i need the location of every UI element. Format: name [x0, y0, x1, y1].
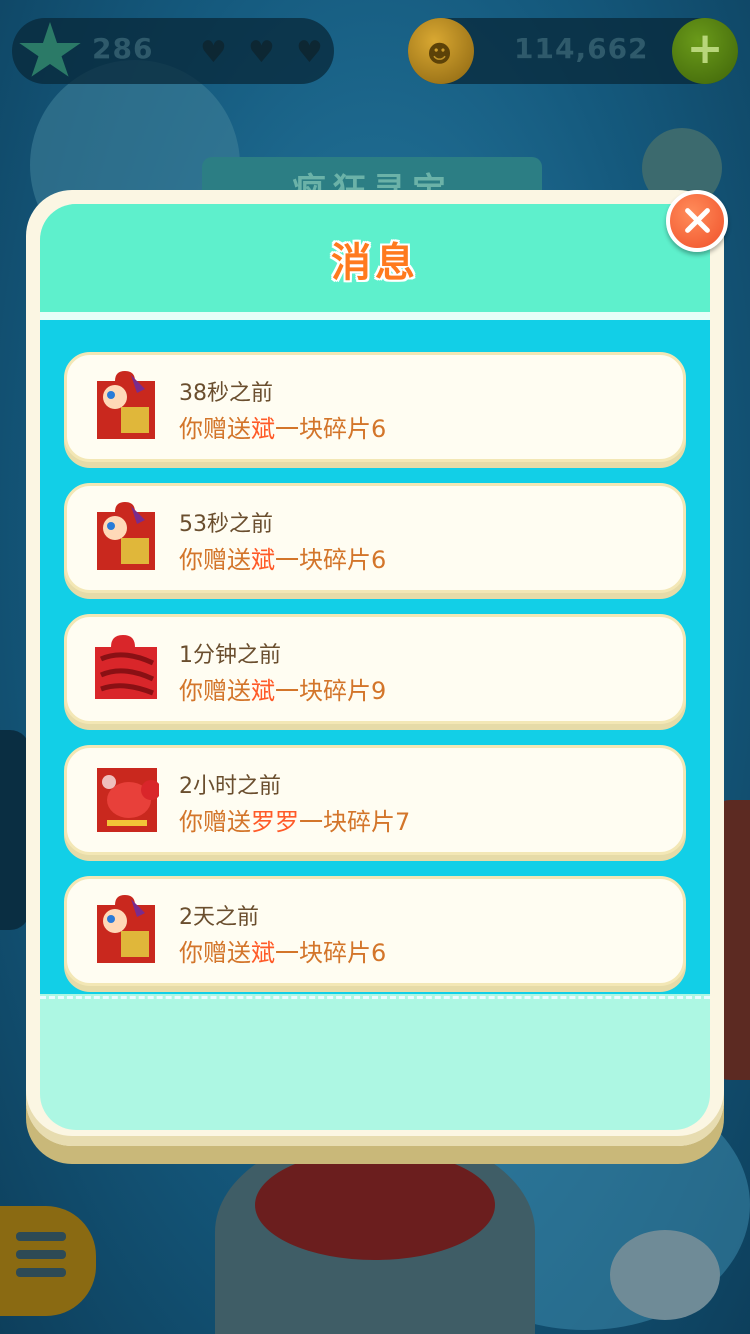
dialog-header: 消息 — [40, 204, 710, 312]
puzzle-piece-icon — [97, 371, 155, 439]
puzzle-piece-icon — [95, 635, 157, 699]
coin-count: 114,662 — [514, 32, 649, 65]
puzzle-piece-icon — [97, 895, 155, 963]
header-divider — [40, 312, 710, 320]
list-icon — [16, 1232, 66, 1286]
treasure-button[interactable] — [255, 1150, 495, 1260]
message-time: 1分钟之前 — [179, 643, 281, 668]
message-time: 53秒之前 — [179, 512, 273, 537]
message-time: 38秒之前 — [179, 381, 273, 406]
message-time: 2天之前 — [179, 905, 259, 930]
message-item[interactable]: 1分钟之前 你赠送斌一块碎片9 — [64, 614, 686, 724]
close-button[interactable] — [666, 190, 728, 252]
star-count: 286 — [92, 32, 154, 65]
message-time: 2小时之前 — [179, 774, 281, 799]
coin-icon: ☻ — [408, 18, 474, 84]
heart-icon: ♥ — [248, 35, 275, 70]
message-item[interactable]: 2天之前 你赠送斌一块碎片6 — [64, 876, 686, 986]
puzzle-piece-icon — [97, 502, 155, 570]
message-text: 你赠送罗罗一块碎片7 — [179, 808, 411, 836]
friend-name: 斌 — [251, 546, 275, 574]
message-text: 你赠送斌一块碎片6 — [179, 939, 387, 967]
dialog-title: 消息 — [331, 240, 419, 286]
messages-dialog: 消息 38秒之前 你赠送斌一块碎片6 53秒之前 你赠送斌一块碎片6 1分钟之前… — [26, 190, 724, 1146]
friend-name: 斌 — [251, 677, 275, 705]
heart-icon: ♥ — [296, 35, 323, 70]
message-text: 你赠送斌一块碎片6 — [179, 546, 387, 574]
message-item[interactable]: 53秒之前 你赠送斌一块碎片6 — [64, 483, 686, 593]
message-text: 你赠送斌一块碎片6 — [179, 415, 387, 443]
star-counter: 286 ♥ ♥ ♥ — [12, 18, 334, 84]
friend-name: 斌 — [251, 939, 275, 967]
message-list[interactable]: 38秒之前 你赠送斌一块碎片6 53秒之前 你赠送斌一块碎片6 1分钟之前 你赠… — [40, 320, 710, 994]
friend-name: 斌 — [251, 415, 275, 443]
message-item[interactable]: 2小时之前 你赠送罗罗一块碎片7 — [64, 745, 686, 855]
mascot-character — [610, 1230, 720, 1320]
message-item[interactable]: 38秒之前 你赠送斌一块碎片6 — [64, 352, 686, 462]
message-text: 你赠送斌一块碎片9 — [179, 677, 387, 705]
list-divider — [40, 996, 710, 999]
heart-icon: ♥ — [200, 35, 227, 70]
friend-name: 罗罗 — [251, 808, 299, 836]
puzzle-piece-icon — [97, 768, 159, 832]
dialog-content: 消息 38秒之前 你赠送斌一块碎片6 53秒之前 你赠送斌一块碎片6 1分钟之前… — [40, 204, 710, 1130]
add-coins-button[interactable]: + — [672, 18, 738, 84]
star-icon — [19, 22, 81, 77]
coin-counter: ☻ 114,662 + — [408, 18, 738, 84]
